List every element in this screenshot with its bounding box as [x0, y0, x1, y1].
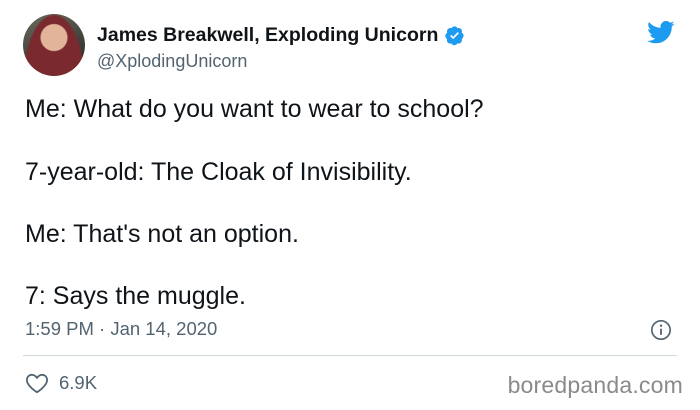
- tweet-line: Me: That's not an option.: [25, 220, 299, 248]
- divider: [23, 355, 677, 356]
- like-button[interactable]: 6.9K: [25, 372, 97, 394]
- author-row: James Breakwell, Exploding Unicorn: [97, 24, 465, 47]
- avatar[interactable]: [23, 14, 85, 76]
- heart-icon: [25, 372, 49, 394]
- author-name[interactable]: James Breakwell, Exploding Unicorn: [97, 24, 438, 47]
- author-handle[interactable]: @XplodingUnicorn: [97, 51, 247, 72]
- verified-badge-icon: [444, 25, 465, 46]
- tweet-line: 7: Says the muggle.: [25, 282, 246, 310]
- info-icon[interactable]: [650, 319, 672, 341]
- tweet-timestamp[interactable]: 1:59 PM · Jan 14, 2020: [25, 318, 217, 340]
- like-count: 6.9K: [59, 372, 98, 393]
- watermark: boredpanda.com: [507, 372, 683, 398]
- twitter-bird-icon[interactable]: [645, 18, 677, 46]
- tweet-line: 7-year-old: The Cloak of Invisibility.: [25, 158, 412, 186]
- tweet-line: Me: What do you want to wear to school?: [25, 95, 484, 123]
